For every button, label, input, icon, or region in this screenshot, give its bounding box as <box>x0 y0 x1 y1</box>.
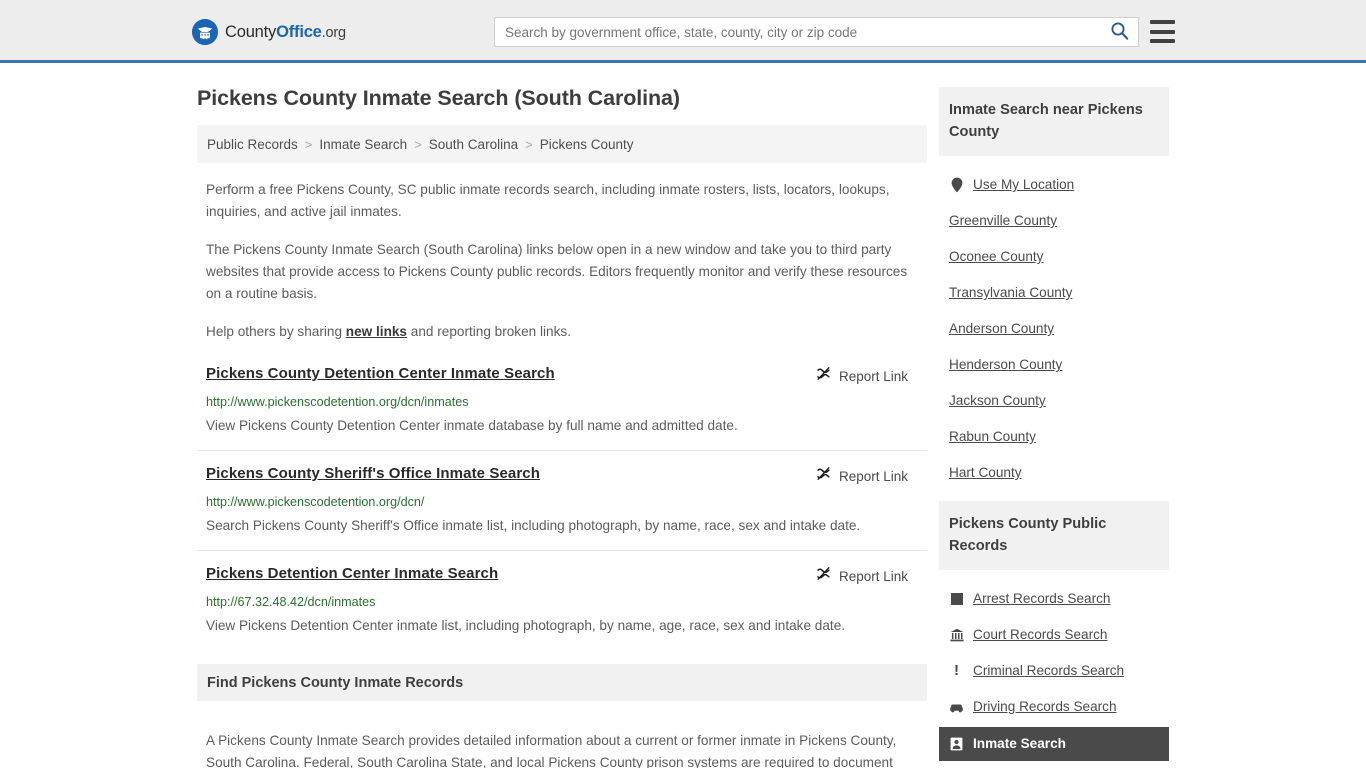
sidebar-item-rabun-county[interactable]: Rabun County <box>939 419 1169 455</box>
result-item: Pickens Detention Center Inmate Search R… <box>197 550 927 637</box>
find-records-section: Find Pickens County Inmate Records A Pic… <box>197 664 927 768</box>
sidebar-item-criminal-records-search[interactable]: ! Criminal Records Search <box>939 653 1169 689</box>
sidebar-link[interactable]: Rabun County <box>949 427 1036 447</box>
search-bar <box>494 17 1139 47</box>
brand-part-1: County <box>225 22 277 41</box>
sidebar-item-court-records-search[interactable]: Court Records Search <box>939 617 1169 653</box>
result-description: View Pickens Detention Center inmate lis… <box>206 618 846 633</box>
sidebar-item-use-my-location[interactable]: Use My Location <box>939 167 1169 203</box>
sidebar-near-list: Use My Location Greenville County Oconee… <box>939 156 1169 491</box>
intro-paragraph-1: Perform a free Pickens County, SC public… <box>206 182 890 219</box>
result-item: Pickens County Detention Center Inmate S… <box>197 364 927 437</box>
fingerprint-icon <box>949 593 964 605</box>
result-title-link[interactable]: Pickens Detention Center Inmate Search <box>206 564 498 584</box>
find-records-header: Find Pickens County Inmate Records <box>197 664 927 701</box>
sidebar-link[interactable]: Henderson County <box>949 355 1062 375</box>
sidebar-item-henderson-county[interactable]: Henderson County <box>939 347 1169 383</box>
car-icon <box>949 702 964 713</box>
sidebar-link[interactable]: Court Records Search <box>973 625 1107 645</box>
hamburger-menu-icon[interactable] <box>1150 20 1175 43</box>
broken-link-icon <box>815 465 832 487</box>
sidebar-link[interactable]: Driving Records Search <box>973 697 1117 717</box>
search-icon <box>1110 21 1129 43</box>
hamburger-bar <box>1150 20 1175 24</box>
page-title: Pickens County Inmate Search (South Caro… <box>197 86 680 110</box>
sidebar-item-anderson-county[interactable]: Anderson County <box>939 311 1169 347</box>
help-line: Help others by sharing new links and rep… <box>197 321 927 343</box>
result-title-link[interactable]: Pickens County Sheriff's Office Inmate S… <box>206 464 540 484</box>
breadcrumb-item-public-records[interactable]: Public Records <box>207 137 298 152</box>
sidebar-link[interactable]: Greenville County <box>949 211 1057 231</box>
sidebar-link[interactable]: Transylvania County <box>949 283 1072 303</box>
sidebar-item-greenville-county[interactable]: Greenville County <box>939 203 1169 239</box>
broken-link-icon <box>815 365 832 387</box>
breadcrumb-item-inmate-search[interactable]: Inmate Search <box>319 137 407 152</box>
exclamation-icon: ! <box>954 662 959 679</box>
result-url[interactable]: http://www.pickenscodetention.org/dcn/in… <box>206 394 918 410</box>
breadcrumb-item-current: Pickens County <box>539 136 634 152</box>
sidebar: Inmate Search near Pickens County Use My… <box>939 63 1169 768</box>
id-card-icon <box>949 737 964 751</box>
sidebar-link[interactable]: Use My Location <box>973 175 1074 195</box>
courthouse-icon <box>949 628 964 642</box>
sidebar-item-transylvania-county[interactable]: Transylvania County <box>939 275 1169 311</box>
site-header: ★★★ ★★ CountyOffice.org <box>0 0 1366 63</box>
map-pin-icon <box>949 177 964 193</box>
sidebar-item-jackson-county[interactable]: Jackson County <box>939 383 1169 419</box>
report-link-button[interactable]: Report Link <box>815 465 918 487</box>
sidebar-near-header: Inmate Search near Pickens County <box>939 87 1169 156</box>
breadcrumb-item-south-carolina[interactable]: South Carolina <box>429 137 518 152</box>
sidebar-item-oconee-county[interactable]: Oconee County <box>939 239 1169 275</box>
page-body: Pickens County Inmate Search (South Caro… <box>0 63 1366 768</box>
result-item: Pickens County Sheriff's Office Inmate S… <box>197 450 927 537</box>
result-list: Pickens County Detention Center Inmate S… <box>197 364 927 637</box>
new-links-link[interactable]: new links <box>346 324 407 339</box>
report-link-button[interactable]: Report Link <box>815 365 918 387</box>
breadcrumb-separator-icon: > <box>304 136 313 152</box>
brand-part-2: Office <box>276 22 322 41</box>
report-link-label: Report Link <box>838 468 908 484</box>
sidebar-link[interactable]: Jackson County <box>949 391 1046 411</box>
breadcrumb-separator-icon: > <box>525 136 533 152</box>
intro-paragraph-2: The Pickens County Inmate Search (South … <box>206 242 908 301</box>
main-content: Pickens County Inmate Search (South Caro… <box>197 63 927 768</box>
breadcrumb: Public Records > Inmate Search > South C… <box>197 125 927 163</box>
help-line-after: and reporting broken links. <box>407 324 571 339</box>
result-description: Search Pickens County Sheriff's Office i… <box>206 518 861 533</box>
eagle-shield-logo-icon: ★★★ ★★ <box>192 19 218 45</box>
sidebar-item-hart-county[interactable]: Hart County <box>939 455 1169 491</box>
sidebar-link[interactable]: Arrest Records Search <box>973 589 1111 609</box>
result-url[interactable]: http://67.32.48.42/dcn/inmates <box>206 594 918 610</box>
sidebar-item-driving-records-search[interactable]: Driving Records Search <box>939 689 1169 725</box>
site-logo-text: CountyOffice.org <box>225 23 346 42</box>
help-line-before: Help others by sharing <box>206 324 346 339</box>
sidebar-item-inmate-search[interactable]: Inmate Search <box>939 727 1169 761</box>
search-button[interactable] <box>1100 18 1138 46</box>
hamburger-bar <box>1150 29 1175 34</box>
result-url[interactable]: http://www.pickenscodetention.org/dcn/ <box>206 494 918 510</box>
report-link-button[interactable]: Report Link <box>815 565 918 587</box>
report-link-label: Report Link <box>838 568 908 584</box>
breadcrumb-separator-icon: > <box>414 136 422 152</box>
sidebar-link[interactable]: Oconee County <box>949 247 1043 267</box>
result-title-link[interactable]: Pickens County Detention Center Inmate S… <box>206 364 555 384</box>
hamburger-bar <box>1150 39 1175 43</box>
sidebar-link[interactable]: Inmate Search <box>973 734 1066 754</box>
sidebar-near-box: Inmate Search near Pickens County Use My… <box>939 87 1169 491</box>
sidebar-records-list: Arrest Records Search Court Records Sear… <box>939 570 1169 761</box>
find-records-body: A Pickens County Inmate Search provides … <box>206 732 897 768</box>
brand-tld: .org <box>321 24 346 41</box>
broken-link-icon <box>815 565 832 587</box>
site-logo[interactable]: ★★★ ★★ CountyOffice.org <box>192 19 346 45</box>
report-link-label: Report Link <box>838 368 908 384</box>
svg-text:★★: ★★ <box>202 36 208 40</box>
sidebar-link[interactable]: Hart County <box>949 463 1022 483</box>
sidebar-link[interactable]: Criminal Records Search <box>973 661 1124 681</box>
sidebar-item-arrest-records-search[interactable]: Arrest Records Search <box>939 581 1169 617</box>
search-input[interactable] <box>495 18 1100 46</box>
sidebar-records-header: Pickens County Public Records <box>939 501 1169 570</box>
result-description: View Pickens County Detention Center inm… <box>206 418 738 433</box>
sidebar-link[interactable]: Anderson County <box>949 319 1054 339</box>
sidebar-records-box: Pickens County Public Records Arrest Rec… <box>939 501 1169 761</box>
